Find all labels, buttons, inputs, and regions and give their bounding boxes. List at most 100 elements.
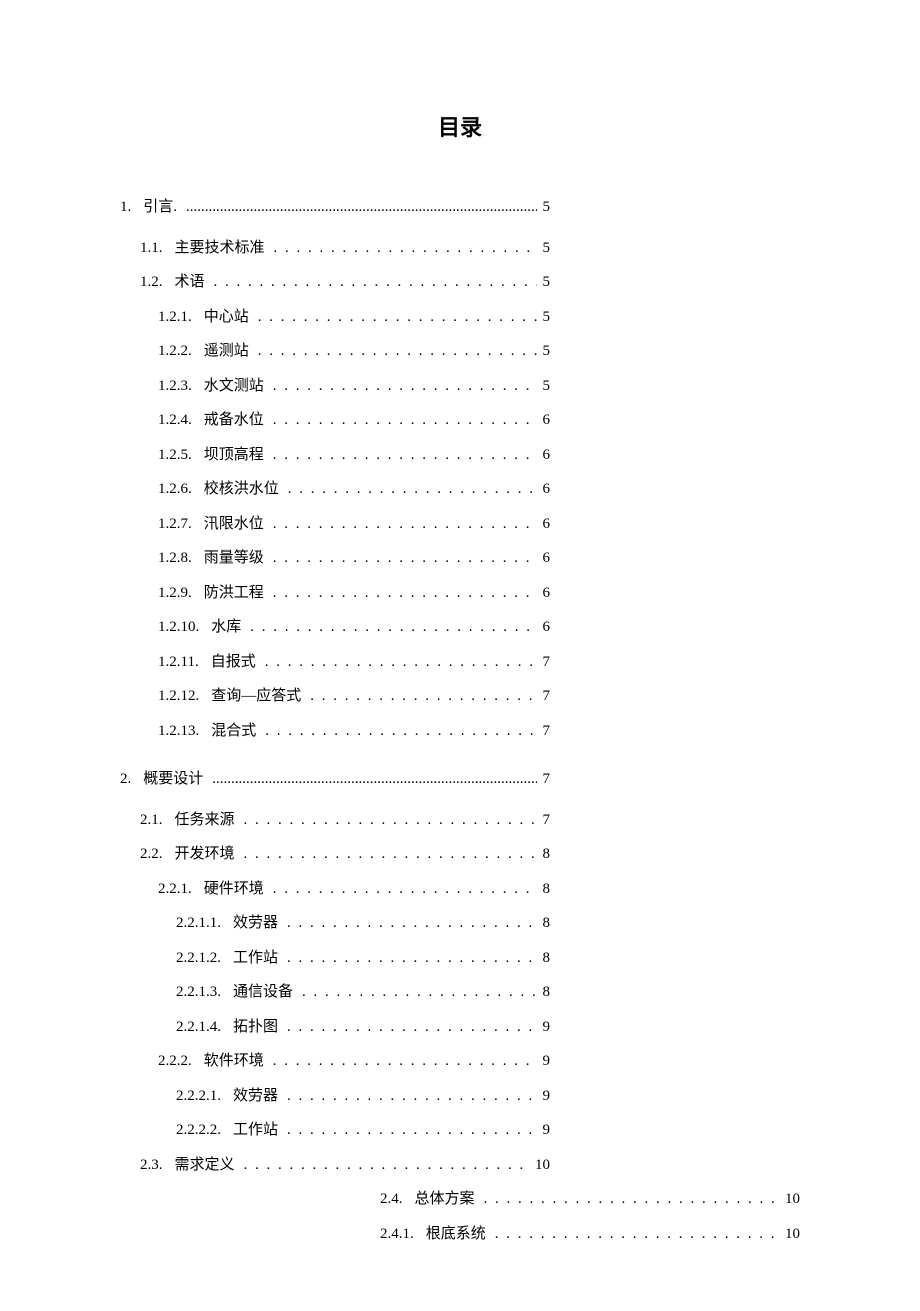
toc-entry-number: 1.2.6. — [158, 472, 192, 507]
toc-entry-page: 6 — [543, 507, 551, 542]
toc-entry-number: 1.2.13. — [158, 714, 199, 749]
toc-entry-page: 8 — [543, 872, 551, 907]
toc-entry-page: 7 — [543, 762, 551, 797]
toc-entry-label: 引言. — [143, 190, 177, 225]
toc-entry-label: 遥测站 — [204, 334, 249, 369]
toc-entry-page: 6 — [543, 472, 551, 507]
toc-entry-number: 1. — [120, 190, 131, 225]
toc-entry-page: 8 — [543, 975, 551, 1010]
toc-entry-page: 5 — [543, 190, 551, 225]
toc-entry: 1.2.术语5 — [120, 265, 550, 300]
toc-entry-label: 坝顶高程 — [204, 438, 264, 473]
toc-entry-label: 术语 — [175, 265, 205, 300]
toc-entry-page: 8 — [543, 906, 551, 941]
toc-leader-dots — [287, 1113, 536, 1148]
toc-leader-dots — [244, 803, 537, 838]
toc-entry: 1. 引言. 5 — [120, 190, 550, 225]
toc-entry: 2.2.1.2.工作站8 — [120, 941, 550, 976]
toc-entry-page: 5 — [543, 231, 551, 266]
toc-entry-label: 水文测站 — [204, 369, 264, 404]
toc-entry-number: 1.2.5. — [158, 438, 192, 473]
toc-entry-label: 开发环境 — [175, 837, 235, 872]
toc-entry-label: 校核洪水位 — [204, 472, 279, 507]
toc-entry-label: 防洪工程 — [204, 576, 264, 611]
toc-entry: 1.2.10.水库6 — [120, 610, 550, 645]
toc-entry: 1.2.5. 坝顶高程 6 — [120, 438, 550, 473]
toc-leader-dots — [302, 975, 536, 1010]
toc-entry-page: 9 — [543, 1113, 551, 1148]
toc-entry-number: 1.2.8. — [158, 541, 192, 576]
toc-entry-label: 自报式 — [211, 645, 256, 680]
toc-leader-dots — [273, 541, 537, 576]
toc-entry-label: 任务来源 — [175, 803, 235, 838]
toc-entry-label: 戒备水位 — [204, 403, 264, 438]
toc-entry-label: 根底系统 — [426, 1217, 486, 1252]
toc-leader-dots — [273, 403, 537, 438]
toc-entry-label: 需求定义 — [175, 1148, 235, 1183]
toc-entry-label: 混合式 — [211, 714, 256, 749]
toc-leader-dots — [212, 762, 536, 797]
toc-entry-number: 2.2.1. — [158, 872, 192, 907]
toc-entry-page: 9 — [543, 1044, 551, 1079]
toc-entry-page: 9 — [543, 1079, 551, 1114]
toc-entry-label: 拓扑图 — [233, 1010, 278, 1045]
toc-leader-dots — [273, 576, 537, 611]
toc-entry-number: 2.2.1.1. — [176, 906, 221, 941]
toc-entry: 1.1.主要技术标准5 — [120, 231, 550, 266]
toc-entry-page: 9 — [543, 1010, 551, 1045]
toc-entry-number: 1.2. — [140, 265, 163, 300]
toc-entry-label: 硬件环境 — [204, 872, 264, 907]
toc-entry-number: 2.2. — [140, 837, 163, 872]
toc-leader-dots — [244, 1148, 529, 1183]
toc-leader-dots — [258, 300, 537, 335]
toc-entry-page: 7 — [543, 679, 551, 714]
toc-entry: 1.2.2.遥测站5 — [120, 334, 550, 369]
toc-entry-label: 水库 — [211, 610, 241, 645]
toc-entry-page: 6 — [543, 438, 551, 473]
toc-entry-number: 1.2.11. — [158, 645, 199, 680]
toc-entry-number: 1.2.10. — [158, 610, 199, 645]
toc-entry-label: 效劳器 — [233, 1079, 278, 1114]
toc-entry-number: 2.4.1. — [380, 1217, 414, 1252]
toc-entry: 2.2.1.3.通信设备8 — [120, 975, 550, 1010]
toc-entry-page: 5 — [543, 334, 551, 369]
toc-entry-number: 1.2.4. — [158, 403, 192, 438]
toc-leader-dots — [214, 265, 537, 300]
toc-entry: 2.2.2.2.工作站9 — [120, 1113, 550, 1148]
toc-entry-number: 2.2.1.2. — [176, 941, 221, 976]
toc-entry-label: 概要设计 — [143, 762, 203, 797]
toc-leader-dots — [273, 438, 537, 473]
toc-title: 目录 — [120, 110, 800, 142]
toc-entry-number: 2.4. — [380, 1182, 403, 1217]
toc-entry: 2.4.1.根底系统10 — [120, 1217, 800, 1252]
toc-leader-dots — [273, 507, 537, 542]
toc-leader-dots — [186, 190, 536, 225]
toc-leader-dots — [273, 1044, 537, 1079]
toc-entry-page: 7 — [543, 714, 551, 749]
toc-entry-number: 2.1. — [140, 803, 163, 838]
toc-leader-dots — [274, 231, 537, 266]
toc-entry: 1.2.1.中心站5 — [120, 300, 550, 335]
toc-leader-dots — [310, 679, 536, 714]
toc-entry: 1.2.6. 校核洪水位 6 — [120, 472, 550, 507]
toc-entry-number: 1.1. — [140, 231, 163, 266]
toc-entry: 2.2.1.1.效劳器8 — [120, 906, 550, 941]
toc-entry-number: 2.2.2. — [158, 1044, 192, 1079]
toc-entry-number: 1.2.1. — [158, 300, 192, 335]
table-of-contents: 1.引言.51.1.主要技术标准51.2.术语51.2.1.中心站51.2.2.… — [120, 190, 800, 1251]
toc-entry: 1.2.12.查询—应答式7 — [120, 679, 550, 714]
toc-entry-page: 10 — [535, 1148, 550, 1183]
toc-entry: 2.2.2.软件环境9 — [120, 1044, 550, 1079]
toc-leader-dots — [250, 610, 536, 645]
toc-entry-number: 1.2.3. — [158, 369, 192, 404]
toc-entry: 2.3.需求定义10 — [120, 1148, 550, 1183]
toc-entry-number: 2.2.2.2. — [176, 1113, 221, 1148]
toc-entry: 1.2.4.戒备水位6 — [120, 403, 550, 438]
toc-entry: 1.2.11. 自报式 7 — [120, 645, 550, 680]
toc-entry-page: 10 — [785, 1182, 800, 1217]
toc-leader-dots — [484, 1182, 779, 1217]
toc-entry-page: 8 — [543, 941, 551, 976]
toc-entry-page: 7 — [543, 645, 551, 680]
toc-leader-dots — [287, 1079, 536, 1114]
toc-leader-dots — [495, 1217, 779, 1252]
